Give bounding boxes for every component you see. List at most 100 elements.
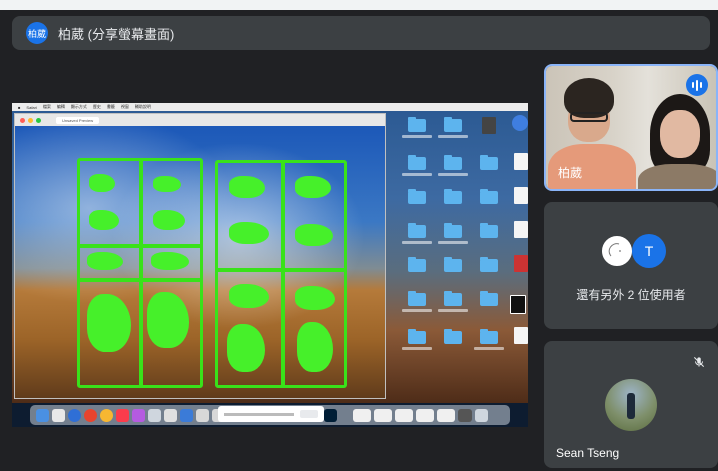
file-icon[interactable] <box>514 327 528 344</box>
icon-label <box>438 309 468 312</box>
icon-label <box>402 347 432 350</box>
menubar-item: 顯示方式 <box>70 104 87 109</box>
safari-icon[interactable] <box>68 408 81 422</box>
folder-icon[interactable] <box>480 189 498 204</box>
minimized-window[interactable] <box>395 408 413 422</box>
music-icon[interactable] <box>116 408 129 422</box>
folder-icon[interactable] <box>408 257 426 272</box>
popup-text-line <box>224 412 294 416</box>
folder-icon[interactable] <box>480 329 498 344</box>
folder-icon[interactable] <box>444 329 462 344</box>
file-icon[interactable] <box>514 221 528 238</box>
app-icon[interactable] <box>512 115 528 131</box>
file-icon[interactable] <box>514 255 528 272</box>
minimize-dot-icon <box>28 117 33 123</box>
folder-icon[interactable] <box>444 189 462 204</box>
preview-titlebar: Unsaved Preview <box>15 114 385 126</box>
animal-part <box>151 252 189 270</box>
person-body <box>638 164 716 189</box>
presenter-title: 柏葳 (分享螢幕畫面) <box>58 26 175 42</box>
app-icon[interactable] <box>180 408 193 422</box>
preview-tab: Unsaved Preview <box>56 116 100 124</box>
folder-icon[interactable] <box>480 291 498 306</box>
minimized-window[interactable] <box>437 408 455 422</box>
folder-icon[interactable] <box>444 291 462 306</box>
zoom-dot-icon <box>36 117 41 123</box>
animal-part <box>229 222 269 244</box>
avatar: T <box>632 234 666 268</box>
icon-label <box>438 135 468 138</box>
animal-part <box>227 324 265 372</box>
mic-off-icon <box>693 356 705 368</box>
participant-tile-sean[interactable]: Sean Tseng <box>544 341 718 468</box>
minimized-window[interactable] <box>416 408 434 422</box>
person-face <box>660 110 700 158</box>
chrome-icon[interactable] <box>84 408 97 422</box>
photoshop-icon[interactable] <box>324 408 337 422</box>
animal-part <box>297 322 333 372</box>
trash-icon[interactable] <box>475 408 488 422</box>
app-icon[interactable] <box>148 408 161 422</box>
other-participants-label: 還有另外 2 位使用者 <box>576 288 686 302</box>
launchpad-icon[interactable] <box>52 408 65 422</box>
app-icon[interactable] <box>196 408 209 422</box>
folder-icon[interactable] <box>408 291 426 306</box>
icon-label <box>402 173 432 176</box>
popup-button[interactable] <box>300 410 318 418</box>
photos-icon[interactable] <box>100 408 113 422</box>
avatar-logo-icon <box>608 243 621 257</box>
folder-icon[interactable] <box>480 223 498 238</box>
file-icon[interactable] <box>514 153 528 170</box>
finder-icon[interactable] <box>36 408 49 422</box>
file-icon[interactable] <box>514 187 528 204</box>
avatar <box>605 379 657 431</box>
icon-label <box>402 241 432 244</box>
podcasts-icon[interactable] <box>132 408 145 422</box>
glasses <box>570 112 608 122</box>
menubar-item: 輔助說明 <box>134 104 151 109</box>
icon-label <box>474 347 504 350</box>
folder-icon[interactable] <box>480 257 498 272</box>
sprue-bar <box>77 278 203 282</box>
folder-icon[interactable] <box>480 155 498 170</box>
savanna-photo <box>15 126 385 398</box>
presenter-avatar: 柏葳 <box>26 22 48 44</box>
folder-icon[interactable] <box>444 155 462 170</box>
others-avatar-stack: T <box>600 234 670 270</box>
minimized-window[interactable] <box>458 408 472 422</box>
folder-icon[interactable] <box>444 117 462 132</box>
sprue-bar <box>139 158 143 388</box>
minimized-window[interactable] <box>353 408 371 422</box>
menubar-item: 視窗 <box>120 104 129 109</box>
participant-tile-others[interactable]: T 還有另外 2 位使用者 <box>544 202 718 329</box>
animal-part <box>295 224 333 246</box>
participant-tile-self[interactable]: 柏葳 <box>544 64 718 191</box>
shared-screen: ■ Safari 檔案 編輯 顯示方式 歷史 書籤 視窗 輔助說明 Unsave… <box>12 103 528 427</box>
menubar-item: Safari <box>26 104 37 110</box>
folder-icon[interactable] <box>444 223 462 238</box>
participant-name: 柏葳 <box>558 166 583 180</box>
avatar <box>600 234 634 268</box>
folder-icon[interactable] <box>408 155 426 170</box>
folder-icon[interactable] <box>408 329 426 344</box>
icon-label <box>402 135 432 138</box>
folder-icon[interactable] <box>408 117 426 132</box>
speaking-indicator-icon <box>686 74 708 96</box>
menubar-item: ■ <box>18 104 21 110</box>
animal-part <box>153 176 181 192</box>
menubar-item: 檔案 <box>42 104 51 109</box>
folder-icon[interactable] <box>444 257 462 272</box>
resize-cursor-icon <box>510 295 526 314</box>
minimized-window[interactable] <box>374 408 392 422</box>
participant-name: Sean Tseng <box>556 446 620 460</box>
animal-part <box>87 252 123 270</box>
file-icon[interactable] <box>482 117 496 134</box>
folder-icon[interactable] <box>408 189 426 204</box>
animal-part <box>89 210 119 230</box>
presenter-banner: 柏葳 柏葳 (分享螢幕畫面) <box>12 16 710 50</box>
avatar-figure <box>627 393 635 419</box>
menubar-item: 編輯 <box>56 104 65 109</box>
app-icon[interactable] <box>164 408 177 422</box>
folder-icon[interactable] <box>408 223 426 238</box>
mac-menubar: ■ Safari 檔案 編輯 顯示方式 歷史 書籤 視窗 輔助說明 <box>12 103 528 111</box>
